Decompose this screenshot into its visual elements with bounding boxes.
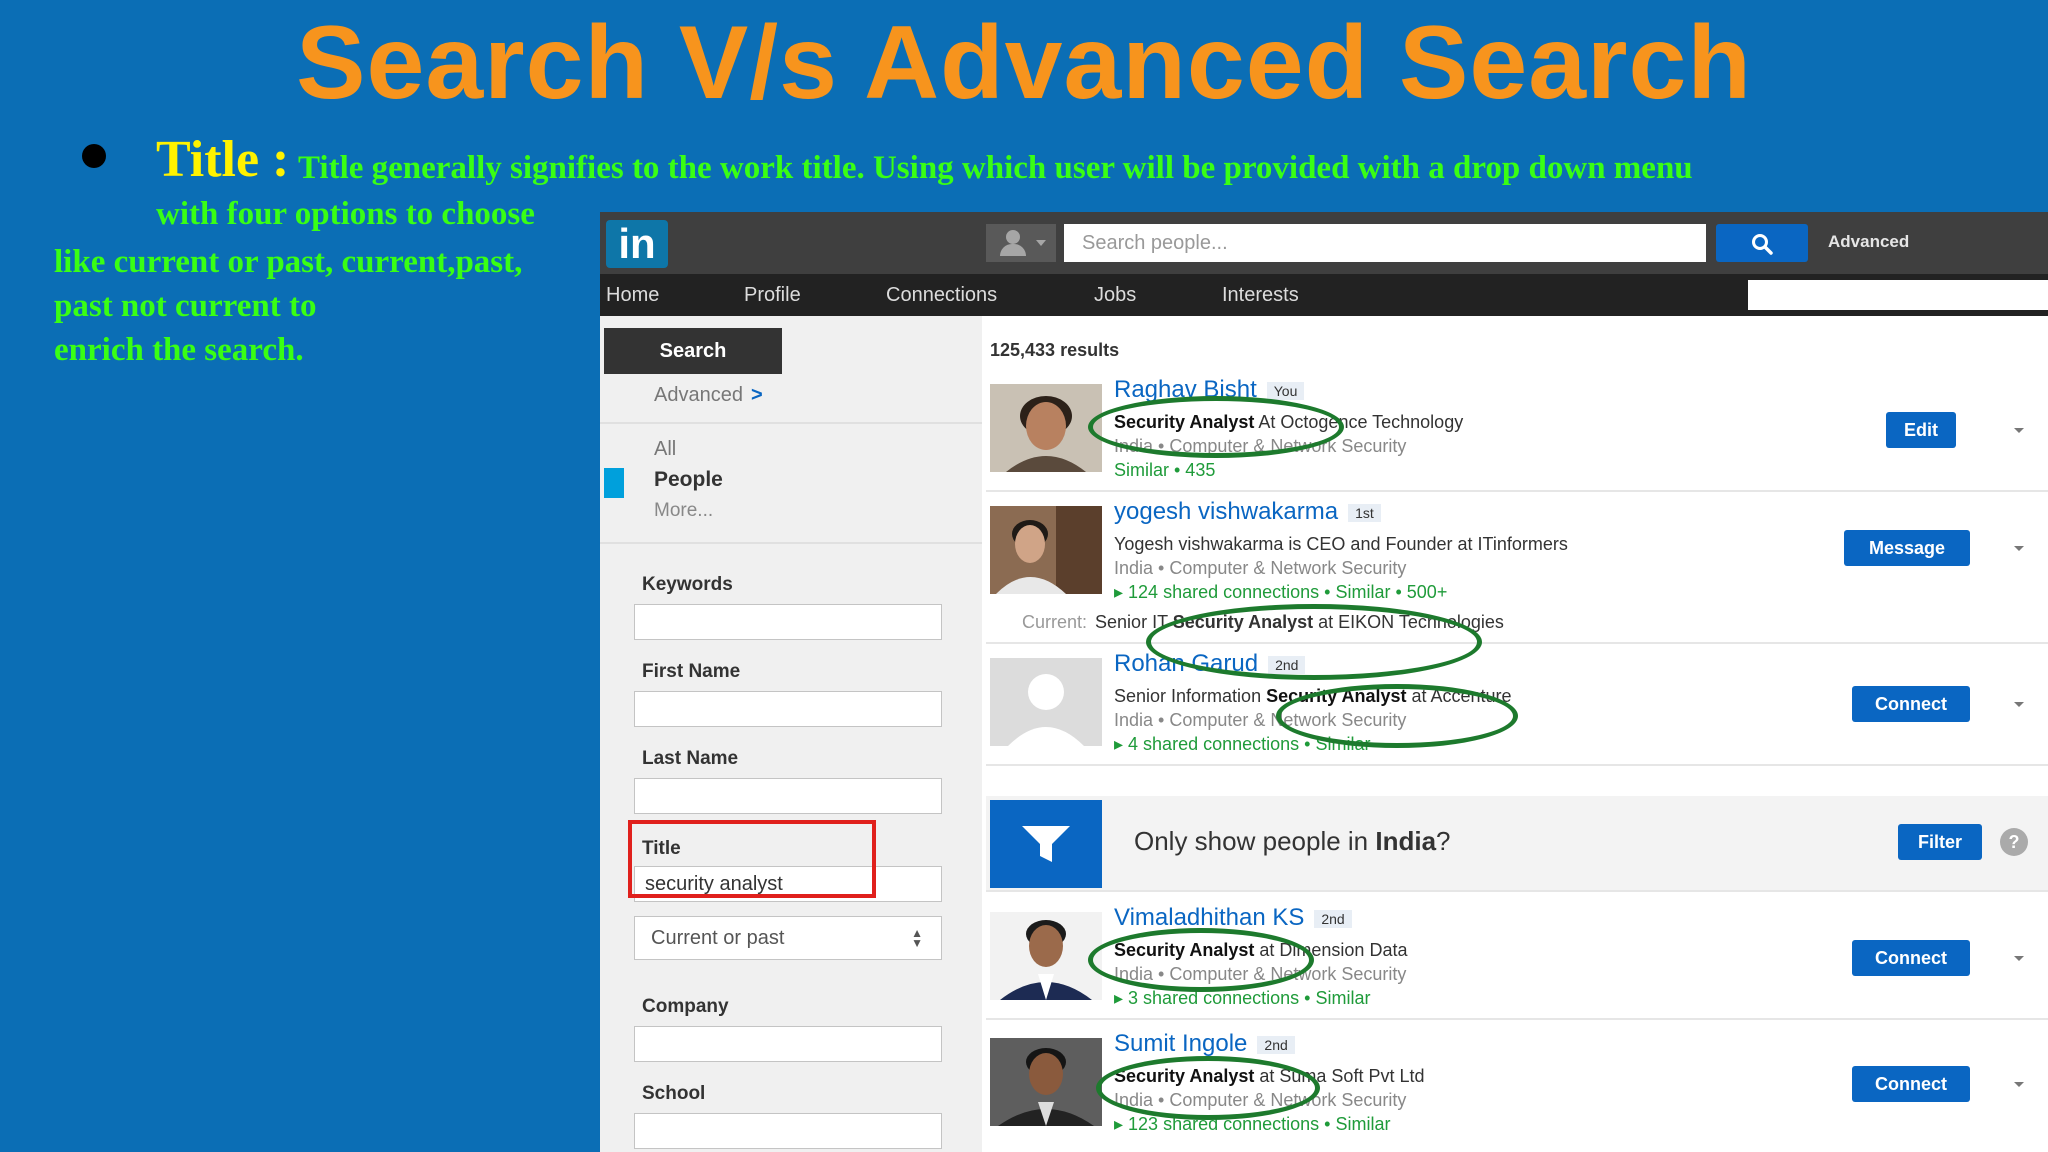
connect-button[interactable]: Connect (1852, 686, 1970, 722)
avatar (990, 506, 1102, 594)
select-arrows-icon: ▲ ▼ (911, 926, 923, 950)
result-name[interactable]: yogesh vishwakarma 1st (1114, 498, 1381, 526)
description-line-1: Title generally signifies to the work ti… (298, 150, 1693, 186)
connect-button[interactable]: Connect (1852, 940, 1970, 976)
description-line-2: with four options to choose (156, 196, 535, 232)
selected-indicator (604, 468, 624, 498)
school-input[interactable] (634, 1113, 942, 1149)
chevron-down-icon[interactable] (2014, 1082, 2024, 1087)
description-line-3: like current or past, current,past, (54, 244, 523, 280)
last-name-input[interactable] (634, 778, 942, 814)
result-headline: Yogesh vishwakarma is CEO and Founder at… (1114, 534, 1568, 554)
chevron-down-icon[interactable] (2014, 956, 2024, 961)
linkedin-screenshot: in Advanced Home Profile Connections Job… (600, 212, 2048, 1152)
filter-icon-box (990, 800, 1102, 888)
description-line-5: enrich the search. (54, 332, 304, 368)
linkedin-logo[interactable]: in (606, 220, 668, 268)
advanced-toggle[interactable]: Advanced > (654, 384, 763, 407)
result-item: yogesh vishwakarma 1st Yogesh vishwakarma… (986, 492, 2048, 644)
filter-people[interactable]: People (654, 468, 723, 492)
first-name-input[interactable] (634, 691, 942, 727)
result-name[interactable]: Sumit Ingole 2nd (1114, 1030, 1295, 1058)
description-block: like current or past, current,past, past… (54, 240, 522, 372)
degree-badge: 1st (1348, 503, 1381, 522)
result-connections[interactable]: Similar • 435 (1114, 460, 1215, 481)
result-name[interactable]: Vimaladhithan KS 2nd (1114, 904, 1352, 932)
result-connections[interactable]: ▸ 124 shared connections • Similar • 500… (1114, 582, 1447, 603)
chevron-right-icon: > (750, 384, 763, 406)
company-label: Company (642, 996, 729, 1017)
highlight-oval (1096, 1056, 1320, 1120)
keywords-label: Keywords (642, 574, 733, 595)
advanced-search-link[interactable]: Advanced (1828, 232, 1909, 252)
nav-jobs[interactable]: Jobs (1094, 284, 1136, 307)
search-sidebar: Search Advanced > All People More... Keyw… (600, 316, 982, 1152)
profile-photo[interactable] (990, 1038, 1102, 1126)
person-icon (1006, 230, 1020, 244)
description-line-4: past not current to (54, 288, 317, 324)
last-name-label: Last Name (642, 748, 739, 769)
nav-interests[interactable]: Interests (1222, 284, 1299, 307)
nav-bar: Home Profile Connections Jobs Interests (600, 274, 2048, 316)
divider (600, 422, 982, 424)
profile-photo[interactable] (990, 912, 1102, 1000)
filter-button[interactable]: Filter (1898, 824, 1982, 860)
search-tab[interactable]: Search (604, 328, 782, 374)
highlight-oval (1276, 684, 1518, 748)
search-input[interactable] (1064, 224, 1706, 262)
default-avatar-icon (990, 658, 1102, 746)
title-field-highlight (628, 820, 876, 898)
result-location: India • Computer & Network Security (1114, 558, 1407, 578)
degree-badge: 2nd (1314, 909, 1352, 928)
highlight-oval (1088, 928, 1314, 992)
slide-title: Search V/s Advanced Search (296, 5, 1752, 121)
bullet-dot (82, 144, 106, 168)
title-scope-select[interactable]: Current or past ▲ ▼ (634, 916, 942, 960)
search-button[interactable] (1716, 224, 1808, 262)
search-icon (1752, 234, 1773, 255)
help-icon[interactable]: ? (2000, 828, 2028, 856)
bullet-term: Title : (156, 131, 290, 188)
nav-profile[interactable]: Profile (744, 284, 801, 307)
company-input[interactable] (634, 1026, 942, 1062)
profile-photo[interactable] (990, 658, 1102, 746)
nav-connections[interactable]: Connections (886, 284, 997, 307)
avatar (990, 1038, 1102, 1126)
avatar (990, 384, 1102, 472)
profile-photo[interactable] (990, 384, 1102, 472)
top-bar: in Advanced (600, 212, 2048, 274)
highlight-oval (1146, 604, 1482, 680)
first-name-label: First Name (642, 661, 741, 682)
funnel-icon (1022, 826, 1070, 862)
chevron-down-icon[interactable] (2014, 428, 2024, 433)
filter-prompt: Only show people in India? (1134, 826, 1451, 856)
filter-all[interactable]: All (654, 438, 676, 461)
nav-home[interactable]: Home (606, 284, 659, 307)
title-scope-value: Current or past (651, 927, 785, 949)
profile-photo[interactable] (990, 506, 1102, 594)
highlight-oval (1088, 396, 1344, 458)
avatar (990, 912, 1102, 1000)
school-label: School (642, 1083, 706, 1104)
edit-button[interactable]: Edit (1886, 412, 1956, 448)
keywords-input[interactable] (634, 604, 942, 640)
chevron-down-icon (1036, 240, 1046, 246)
result-item: Rohan Garud 2nd Senior Information Securi… (986, 644, 2048, 766)
results-count: 125,433 results (990, 340, 1120, 360)
location-filter-banner: Only show people in India? Filter ? (986, 796, 2048, 892)
degree-badge: You (1266, 381, 1305, 400)
connect-button[interactable]: Connect (1852, 1066, 1970, 1102)
result-connections[interactable]: ▸ 3 shared connections • Similar (1114, 988, 1370, 1009)
chevron-down-icon[interactable] (2014, 702, 2024, 707)
degree-badge: 2nd (1257, 1035, 1295, 1054)
filter-more[interactable]: More... (654, 500, 713, 522)
chevron-down-icon[interactable] (2014, 546, 2024, 551)
search-type-dropdown[interactable] (986, 224, 1056, 262)
message-button[interactable]: Message (1844, 530, 1970, 566)
divider (600, 542, 982, 544)
nav-search-box[interactable] (1748, 280, 2048, 310)
